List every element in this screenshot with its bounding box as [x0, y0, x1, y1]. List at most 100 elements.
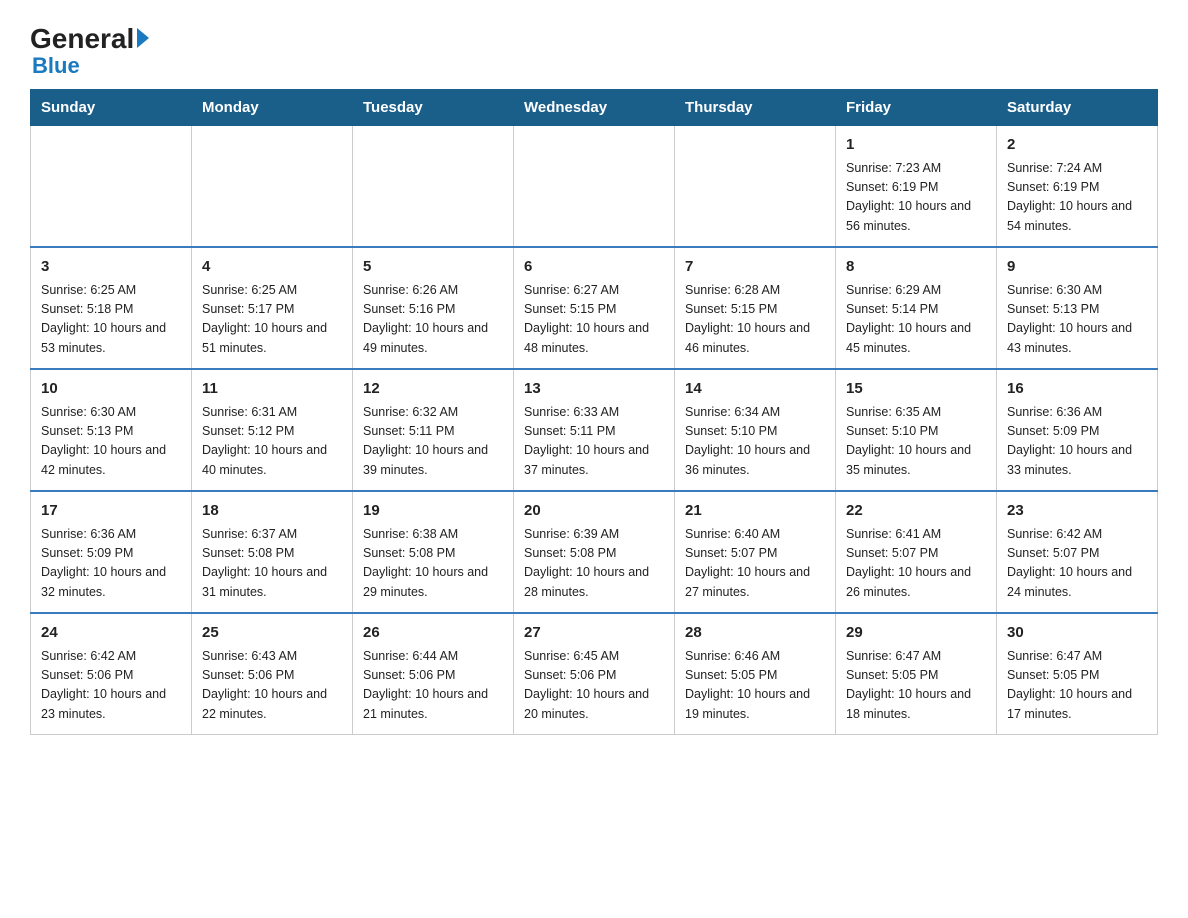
day-info: Sunrise: 6:43 AMSunset: 5:06 PMDaylight:… — [202, 647, 342, 725]
day-number: 28 — [685, 622, 825, 645]
calendar-cell — [353, 126, 514, 248]
day-number: 4 — [202, 256, 342, 279]
day-of-week-header: Sunday — [31, 90, 192, 126]
day-number: 1 — [846, 134, 986, 157]
calendar-cell: 14Sunrise: 6:34 AMSunset: 5:10 PMDayligh… — [675, 369, 836, 491]
day-info: Sunrise: 6:37 AMSunset: 5:08 PMDaylight:… — [202, 525, 342, 603]
calendar-cell: 20Sunrise: 6:39 AMSunset: 5:08 PMDayligh… — [514, 491, 675, 613]
calendar-cell: 28Sunrise: 6:46 AMSunset: 5:05 PMDayligh… — [675, 613, 836, 735]
day-number: 3 — [41, 256, 181, 279]
day-number: 30 — [1007, 622, 1147, 645]
day-info: Sunrise: 6:36 AMSunset: 5:09 PMDaylight:… — [1007, 403, 1147, 481]
calendar-cell: 5Sunrise: 6:26 AMSunset: 5:16 PMDaylight… — [353, 247, 514, 369]
day-info: Sunrise: 7:23 AMSunset: 6:19 PMDaylight:… — [846, 159, 986, 237]
day-info: Sunrise: 6:32 AMSunset: 5:11 PMDaylight:… — [363, 403, 503, 481]
day-of-week-header: Saturday — [997, 90, 1158, 126]
day-number: 16 — [1007, 378, 1147, 401]
calendar-cell: 13Sunrise: 6:33 AMSunset: 5:11 PMDayligh… — [514, 369, 675, 491]
day-number: 26 — [363, 622, 503, 645]
day-number: 5 — [363, 256, 503, 279]
day-info: Sunrise: 6:30 AMSunset: 5:13 PMDaylight:… — [41, 403, 181, 481]
day-info: Sunrise: 6:26 AMSunset: 5:16 PMDaylight:… — [363, 281, 503, 359]
day-number: 10 — [41, 378, 181, 401]
logo-flag-icon — [137, 28, 149, 48]
calendar-cell: 18Sunrise: 6:37 AMSunset: 5:08 PMDayligh… — [192, 491, 353, 613]
day-number: 13 — [524, 378, 664, 401]
day-number: 14 — [685, 378, 825, 401]
calendar-cell: 16Sunrise: 6:36 AMSunset: 5:09 PMDayligh… — [997, 369, 1158, 491]
calendar-cell: 12Sunrise: 6:32 AMSunset: 5:11 PMDayligh… — [353, 369, 514, 491]
day-info: Sunrise: 6:39 AMSunset: 5:08 PMDaylight:… — [524, 525, 664, 603]
day-of-week-header: Wednesday — [514, 90, 675, 126]
calendar-cell — [514, 126, 675, 248]
calendar-week-row: 1Sunrise: 7:23 AMSunset: 6:19 PMDaylight… — [31, 126, 1158, 248]
day-info: Sunrise: 6:25 AMSunset: 5:18 PMDaylight:… — [41, 281, 181, 359]
day-info: Sunrise: 6:40 AMSunset: 5:07 PMDaylight:… — [685, 525, 825, 603]
calendar-cell: 21Sunrise: 6:40 AMSunset: 5:07 PMDayligh… — [675, 491, 836, 613]
day-info: Sunrise: 6:45 AMSunset: 5:06 PMDaylight:… — [524, 647, 664, 725]
day-number: 18 — [202, 500, 342, 523]
calendar-cell: 7Sunrise: 6:28 AMSunset: 5:15 PMDaylight… — [675, 247, 836, 369]
logo-general: General — [30, 25, 134, 53]
day-number: 22 — [846, 500, 986, 523]
day-number: 6 — [524, 256, 664, 279]
page-header: General Blue — [30, 20, 1158, 79]
calendar-cell: 3Sunrise: 6:25 AMSunset: 5:18 PMDaylight… — [31, 247, 192, 369]
day-of-week-header: Tuesday — [353, 90, 514, 126]
day-number: 7 — [685, 256, 825, 279]
calendar-cell: 1Sunrise: 7:23 AMSunset: 6:19 PMDaylight… — [836, 126, 997, 248]
day-number: 11 — [202, 378, 342, 401]
logo: General Blue — [30, 20, 149, 79]
calendar-week-row: 24Sunrise: 6:42 AMSunset: 5:06 PMDayligh… — [31, 613, 1158, 735]
day-info: Sunrise: 6:35 AMSunset: 5:10 PMDaylight:… — [846, 403, 986, 481]
day-number: 27 — [524, 622, 664, 645]
day-number: 20 — [524, 500, 664, 523]
calendar-cell: 10Sunrise: 6:30 AMSunset: 5:13 PMDayligh… — [31, 369, 192, 491]
calendar-table: SundayMondayTuesdayWednesdayThursdayFrid… — [30, 89, 1158, 735]
day-info: Sunrise: 6:27 AMSunset: 5:15 PMDaylight:… — [524, 281, 664, 359]
logo-text: General — [30, 25, 149, 53]
calendar-cell: 11Sunrise: 6:31 AMSunset: 5:12 PMDayligh… — [192, 369, 353, 491]
day-of-week-header: Thursday — [675, 90, 836, 126]
calendar-cell: 30Sunrise: 6:47 AMSunset: 5:05 PMDayligh… — [997, 613, 1158, 735]
day-info: Sunrise: 6:34 AMSunset: 5:10 PMDaylight:… — [685, 403, 825, 481]
calendar-cell: 26Sunrise: 6:44 AMSunset: 5:06 PMDayligh… — [353, 613, 514, 735]
calendar-cell: 9Sunrise: 6:30 AMSunset: 5:13 PMDaylight… — [997, 247, 1158, 369]
calendar-cell: 23Sunrise: 6:42 AMSunset: 5:07 PMDayligh… — [997, 491, 1158, 613]
day-number: 29 — [846, 622, 986, 645]
day-number: 25 — [202, 622, 342, 645]
calendar-header-row: SundayMondayTuesdayWednesdayThursdayFrid… — [31, 90, 1158, 126]
day-number: 8 — [846, 256, 986, 279]
calendar-cell — [192, 126, 353, 248]
day-info: Sunrise: 6:47 AMSunset: 5:05 PMDaylight:… — [1007, 647, 1147, 725]
day-info: Sunrise: 6:47 AMSunset: 5:05 PMDaylight:… — [846, 647, 986, 725]
day-number: 17 — [41, 500, 181, 523]
calendar-week-row: 17Sunrise: 6:36 AMSunset: 5:09 PMDayligh… — [31, 491, 1158, 613]
day-number: 2 — [1007, 134, 1147, 157]
calendar-cell: 29Sunrise: 6:47 AMSunset: 5:05 PMDayligh… — [836, 613, 997, 735]
calendar-cell: 19Sunrise: 6:38 AMSunset: 5:08 PMDayligh… — [353, 491, 514, 613]
day-info: Sunrise: 6:29 AMSunset: 5:14 PMDaylight:… — [846, 281, 986, 359]
calendar-cell: 15Sunrise: 6:35 AMSunset: 5:10 PMDayligh… — [836, 369, 997, 491]
day-info: Sunrise: 6:30 AMSunset: 5:13 PMDaylight:… — [1007, 281, 1147, 359]
day-info: Sunrise: 6:42 AMSunset: 5:06 PMDaylight:… — [41, 647, 181, 725]
day-info: Sunrise: 6:42 AMSunset: 5:07 PMDaylight:… — [1007, 525, 1147, 603]
day-number: 15 — [846, 378, 986, 401]
day-info: Sunrise: 6:36 AMSunset: 5:09 PMDaylight:… — [41, 525, 181, 603]
calendar-cell — [675, 126, 836, 248]
day-info: Sunrise: 6:25 AMSunset: 5:17 PMDaylight:… — [202, 281, 342, 359]
calendar-cell: 25Sunrise: 6:43 AMSunset: 5:06 PMDayligh… — [192, 613, 353, 735]
day-number: 19 — [363, 500, 503, 523]
calendar-cell: 24Sunrise: 6:42 AMSunset: 5:06 PMDayligh… — [31, 613, 192, 735]
calendar-cell: 17Sunrise: 6:36 AMSunset: 5:09 PMDayligh… — [31, 491, 192, 613]
day-info: Sunrise: 6:38 AMSunset: 5:08 PMDaylight:… — [363, 525, 503, 603]
calendar-cell — [31, 126, 192, 248]
calendar-cell: 4Sunrise: 6:25 AMSunset: 5:17 PMDaylight… — [192, 247, 353, 369]
calendar-cell: 8Sunrise: 6:29 AMSunset: 5:14 PMDaylight… — [836, 247, 997, 369]
day-info: Sunrise: 6:28 AMSunset: 5:15 PMDaylight:… — [685, 281, 825, 359]
calendar-cell: 27Sunrise: 6:45 AMSunset: 5:06 PMDayligh… — [514, 613, 675, 735]
day-number: 21 — [685, 500, 825, 523]
day-number: 23 — [1007, 500, 1147, 523]
day-of-week-header: Friday — [836, 90, 997, 126]
day-info: Sunrise: 6:46 AMSunset: 5:05 PMDaylight:… — [685, 647, 825, 725]
